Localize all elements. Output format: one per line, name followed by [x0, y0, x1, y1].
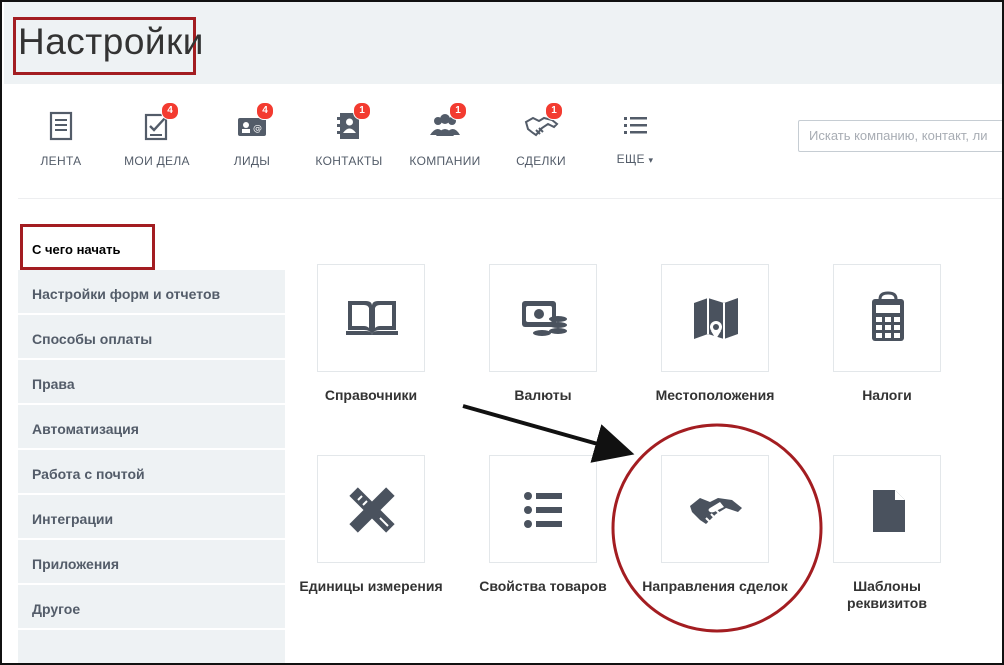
annotation-arrow	[462, 404, 635, 463]
app-window: Настройки ЛЕНТА 4 МОИ ДЕЛА @ 4 ЛИДЫ 1 КО…	[0, 0, 1004, 665]
annotation-overlay	[462, 404, 823, 633]
annotation-circle	[611, 423, 823, 633]
